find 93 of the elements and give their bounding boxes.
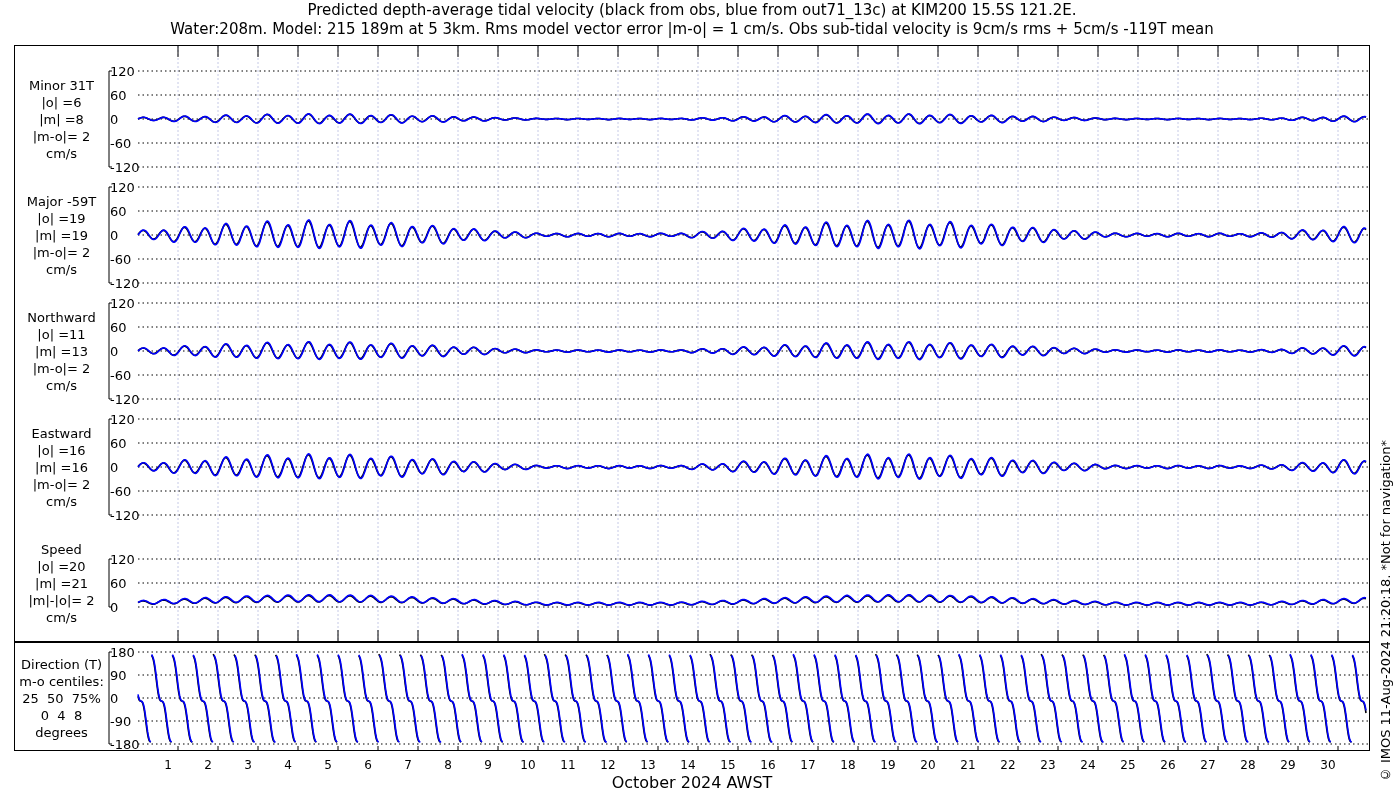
panel-label: |o| =6 — [41, 93, 82, 111]
y-tick-label: -120 — [110, 508, 140, 523]
panel-label: |o| =11 — [37, 325, 86, 343]
y-tick-label: -120 — [110, 160, 140, 175]
y-tick-label: 0 — [110, 228, 119, 243]
y-tick-label: -60 — [110, 484, 132, 499]
y-tick-label: 0 — [110, 344, 119, 359]
panel-label: Northward — [27, 308, 96, 326]
x-tick-label: 4 — [284, 758, 292, 772]
y-tick-label: -60 — [110, 252, 132, 267]
y-tick-label: 180 — [110, 645, 135, 660]
x-tick-label: 11 — [560, 758, 576, 772]
panel-label: |m-o|= 2 — [32, 359, 91, 377]
y-tick-label: 120 — [110, 64, 135, 79]
panel-label: Direction (T) — [21, 655, 102, 673]
y-tick-label: -90 — [110, 714, 132, 729]
x-tick-label: 20 — [920, 758, 936, 772]
y-tick-label: 60 — [110, 436, 127, 451]
x-tick-label: 27 — [1200, 758, 1216, 772]
panel-label: |m-o|= 2 — [32, 243, 91, 261]
y-tick-label: 0 — [110, 460, 119, 475]
x-tick-label: 16 — [760, 758, 776, 772]
y-tick-label: -60 — [110, 136, 132, 151]
panel-label: Major -59T — [26, 192, 97, 210]
y-tick-label: 60 — [110, 204, 127, 219]
x-tick-label: 15 — [720, 758, 736, 772]
x-tick-label: 10 — [520, 758, 536, 772]
x-tick-label: 18 — [840, 758, 856, 772]
y-tick-label: 60 — [110, 320, 127, 335]
y-tick-label: 60 — [110, 576, 127, 591]
axis-title: October 2024 AWST — [611, 773, 773, 792]
panel-label: |m-o|= 2 — [32, 475, 91, 493]
x-tick-label: 7 — [404, 758, 412, 772]
x-tick-label: 21 — [960, 758, 976, 772]
x-tick-label: 8 — [444, 758, 452, 772]
x-tick-label: 5 — [324, 758, 332, 772]
x-tick-label: 2 — [204, 758, 212, 772]
y-tick-label: 120 — [110, 412, 135, 427]
panel-label: |m| =8 — [39, 110, 84, 128]
x-tick-label: 26 — [1160, 758, 1176, 772]
x-tick-label: 28 — [1240, 758, 1256, 772]
x-tick-label: 6 — [364, 758, 372, 772]
x-tick-label: 23 — [1040, 758, 1056, 772]
y-tick-label: -120 — [110, 276, 140, 291]
panel-label: |o| =19 — [37, 209, 86, 227]
x-tick-label: 14 — [680, 758, 696, 772]
panel-label: m-o centiles: — [19, 672, 104, 690]
panel-label: |m| =21 — [35, 574, 88, 592]
panel-label: cm/s — [46, 260, 77, 278]
x-tick-label: 25 — [1120, 758, 1136, 772]
x-tick-label: 3 — [244, 758, 252, 772]
panel-label: 25 50 75% — [22, 689, 101, 707]
panel-label: |m| =13 — [35, 342, 88, 360]
x-tick-label: 29 — [1280, 758, 1296, 772]
panel-label: |m| =16 — [35, 458, 88, 476]
x-tick-label: 30 — [1320, 758, 1336, 772]
x-tick-label: 22 — [1000, 758, 1016, 772]
panel-label: cm/s — [46, 492, 77, 510]
panel-label: Speed — [41, 540, 82, 558]
y-tick-label: 120 — [110, 552, 135, 567]
y-tick-label: 0 — [110, 600, 119, 615]
panel-label: cm/s — [46, 144, 77, 162]
copyright-note: © IMOS 11-Aug-2024 21:20:18. *Not for navigation* — [1377, 439, 1393, 782]
y-tick-label: 0 — [110, 691, 119, 706]
y-tick-label: 60 — [110, 88, 127, 103]
x-tick-label: 19 — [880, 758, 896, 772]
panel-label: |m| =19 — [35, 226, 88, 244]
panel-label: |o| =20 — [37, 557, 86, 575]
panel-label: cm/s — [46, 376, 77, 394]
y-tick-label: 120 — [110, 296, 135, 311]
chart-title: Water:208m. Model: 215 189m at 5 3km. Rms model vector error |m-o| = 1 cm/s. Obs sub-tidal velocity is 9cm/s rms + 5cm/s -119T mean — [170, 20, 1214, 39]
x-tick-label: 13 — [640, 758, 656, 772]
panel-label: cm/s — [46, 608, 77, 626]
panel-label: Eastward — [31, 424, 92, 442]
panel-label: |o| =16 — [37, 441, 86, 459]
x-tick-label: 12 — [600, 758, 616, 772]
x-tick-label: 9 — [484, 758, 492, 772]
panel-label: |m-o|= 2 — [32, 127, 91, 145]
y-axis-line — [108, 558, 113, 608]
panel-label: Minor 31T — [29, 76, 94, 94]
x-tick-label: 17 — [800, 758, 816, 772]
y-tick-label: 90 — [110, 668, 127, 683]
x-tick-label: 1 — [164, 758, 172, 772]
y-tick-label: -180 — [110, 737, 140, 752]
chart-title: Predicted depth-average tidal velocity (black from obs, blue from out71_13c) at KIM200 15.5S 121.2E. — [307, 1, 1077, 20]
y-tick-label: -60 — [110, 368, 132, 383]
y-tick-label: 0 — [110, 112, 119, 127]
panel-label: degrees — [35, 723, 88, 741]
y-tick-label: -120 — [110, 392, 140, 407]
y-tick-label: 120 — [110, 180, 135, 195]
panel-label: |m|-|o|= 2 — [28, 591, 95, 609]
panel-label: 0 4 8 — [40, 706, 83, 724]
x-tick-label: 24 — [1080, 758, 1096, 772]
